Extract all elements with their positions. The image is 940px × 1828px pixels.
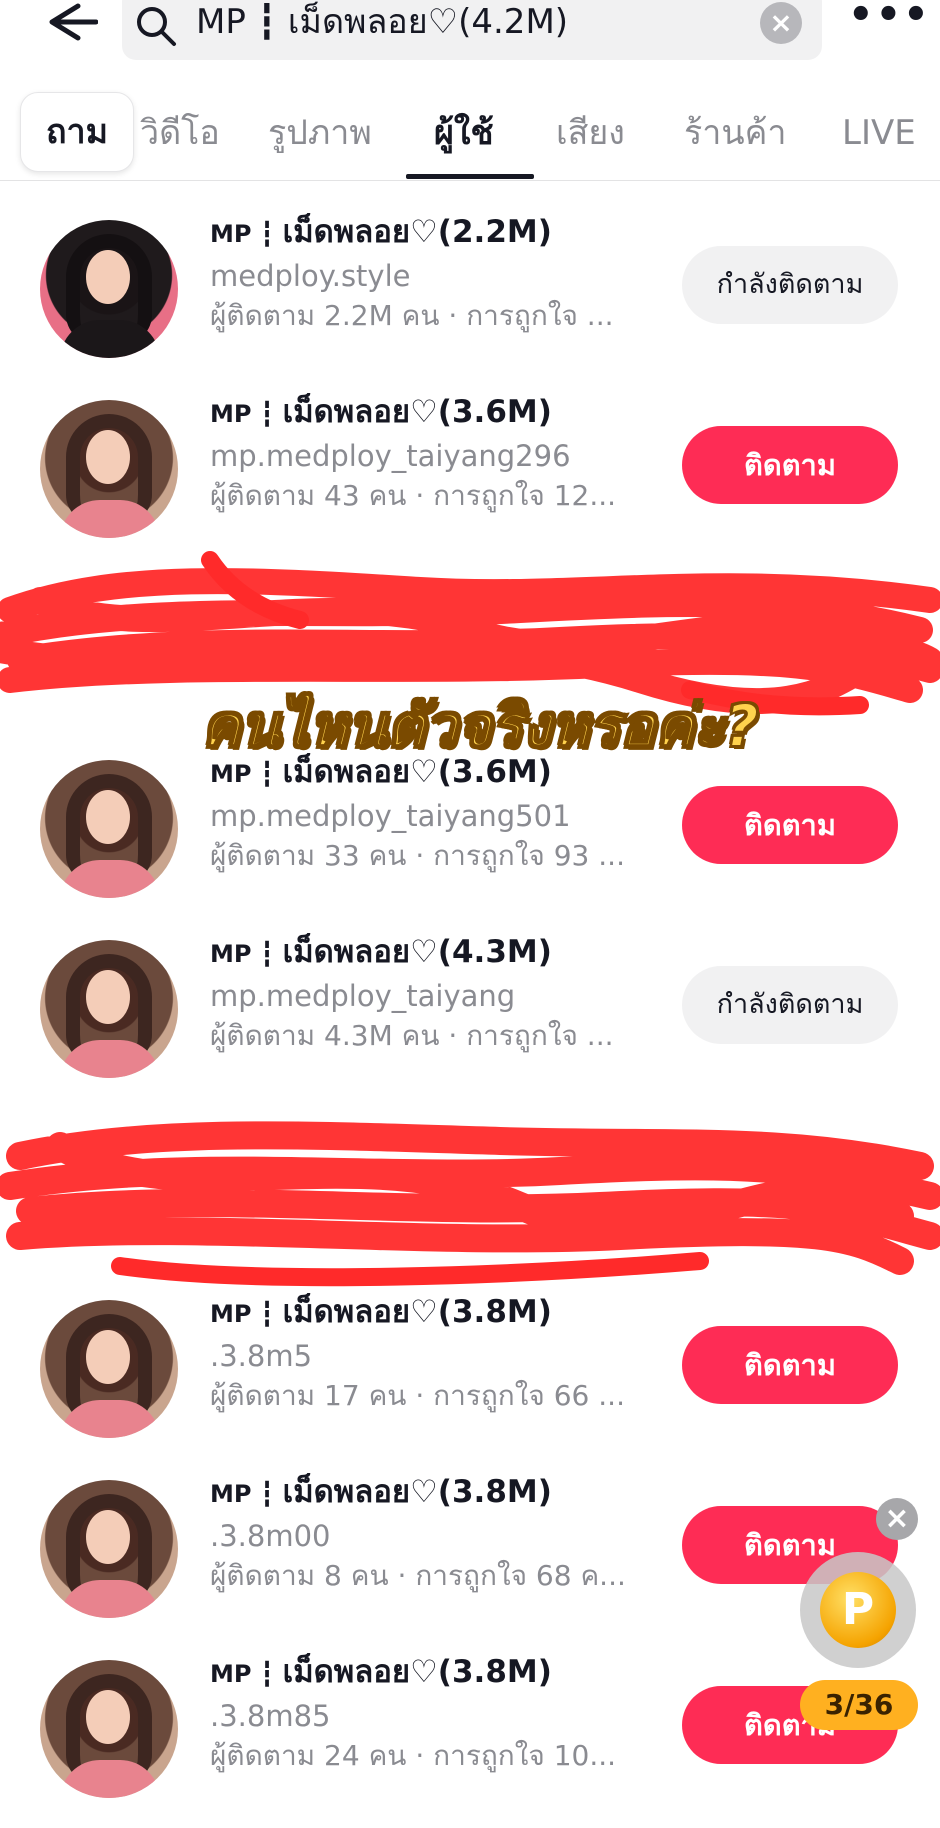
clear-search-icon[interactable]: × bbox=[760, 2, 802, 44]
search-bar[interactable]: MP ┇ เม็ดพลอย♡(4.2M) × bbox=[122, 0, 822, 60]
user-row[interactable]: MP ┇ เม็ดพลอย♡(3.6M) mp.medploy_taiyang5… bbox=[0, 750, 940, 910]
follow-button[interactable]: ติดตาม bbox=[682, 426, 898, 504]
user-name: MP ┇ เม็ดพลอย♡(4.3M) bbox=[210, 934, 552, 970]
user-handle: .3.8m85 bbox=[210, 1699, 331, 1733]
reward-progress-badge: 3/36 bbox=[800, 1680, 918, 1730]
search-tabs: ถาม วิดีโอ รูปภาพ ผู้ใช้ เสียง ร้านค้า L… bbox=[0, 92, 940, 181]
avatar[interactable] bbox=[40, 940, 178, 1078]
user-name: MP ┇ เม็ดพลอย♡(3.6M) bbox=[210, 394, 552, 430]
user-stats: ผู้ติดตาม 17 คน · การถูกใจ 66 ... bbox=[210, 1379, 625, 1412]
user-stats: ผู้ติดตาม 33 คน · การถูกใจ 93 ... bbox=[210, 839, 625, 872]
back-arrow-icon[interactable] bbox=[38, 0, 98, 50]
user-stats: ผู้ติดตาม 8 คน · การถูกใจ 68 ค... bbox=[210, 1559, 626, 1592]
top-bar: MP ┇ เม็ดพลอย♡(4.2M) × ••• bbox=[0, 0, 940, 70]
close-reward-icon[interactable]: × bbox=[876, 1498, 918, 1540]
tab-photos[interactable]: รูปภาพ bbox=[268, 110, 372, 156]
avatar[interactable] bbox=[40, 760, 178, 898]
tab-users[interactable]: ผู้ใช้ bbox=[434, 110, 494, 156]
user-stats: ผู้ติดตาม 4.3M คน · การถูกใจ ... bbox=[210, 1019, 614, 1052]
tab-sounds[interactable]: เสียง bbox=[556, 110, 625, 156]
avatar[interactable] bbox=[40, 400, 178, 538]
following-button[interactable]: กำลังติดตาม bbox=[682, 246, 898, 324]
user-handle: medploy.style bbox=[210, 259, 411, 293]
user-handle: .3.8m00 bbox=[210, 1519, 331, 1553]
more-options-icon[interactable]: ••• bbox=[848, 0, 929, 40]
user-name: MP ┇ เม็ดพลอย♡(2.2M) bbox=[210, 214, 552, 250]
user-stats: ผู้ติดตาม 2.2M คน · การถูกใจ ... bbox=[210, 299, 614, 332]
user-handle: mp.medploy_taiyang501 bbox=[210, 799, 571, 833]
user-row[interactable]: MP ┇ เม็ดพลอย♡(3.8M) .3.8m85 ผู้ติดตาม 2… bbox=[0, 1650, 940, 1810]
avatar[interactable] bbox=[40, 1300, 178, 1438]
user-name: MP ┇ เม็ดพลอย♡(3.8M) bbox=[210, 1294, 552, 1330]
follow-button[interactable]: ติดตาม bbox=[682, 1326, 898, 1404]
user-row[interactable]: MP ┇ เม็ดพลอย♡(3.8M) .3.8m5 ผู้ติดตาม 17… bbox=[0, 1290, 940, 1450]
red-scribble-mark bbox=[0, 1121, 940, 1287]
active-tab-indicator bbox=[406, 174, 534, 179]
user-handle: mp.medploy_taiyang296 bbox=[210, 439, 571, 473]
user-name: MP ┇ เม็ดพลอย♡(3.6M) bbox=[210, 754, 552, 790]
avatar[interactable] bbox=[40, 1660, 178, 1798]
user-row[interactable]: MP ┇ เม็ดพลอย♡(2.2M) medploy.style ผู้ติ… bbox=[0, 210, 940, 370]
user-row[interactable]: MP ┇ เม็ดพลอย♡(4.3M) mp.medploy_taiyang … bbox=[0, 930, 940, 1090]
follow-button[interactable]: ติดตาม bbox=[682, 786, 898, 864]
following-button[interactable]: กำลังติดตาม bbox=[682, 966, 898, 1044]
user-handle: mp.medploy_taiyang bbox=[210, 979, 516, 1013]
tab-live[interactable]: LIVE bbox=[842, 110, 916, 156]
tab-shop[interactable]: ร้านค้า bbox=[684, 110, 786, 156]
reward-widget[interactable]: P bbox=[800, 1552, 916, 1668]
tab-videos[interactable]: วิดีโอ bbox=[140, 110, 220, 156]
tab-ask[interactable]: ถาม bbox=[20, 92, 134, 172]
user-row[interactable]: MP ┇ เม็ดพลอย♡(3.6M) mp.medploy_taiyang2… bbox=[0, 390, 940, 550]
coin-icon[interactable]: P bbox=[820, 1572, 896, 1648]
user-stats: ผู้ติดตาม 43 คน · การถูกใจ 12... bbox=[210, 479, 617, 512]
avatar[interactable] bbox=[40, 220, 178, 358]
user-stats: ผู้ติดตาม 24 คน · การถูกใจ 10... bbox=[210, 1739, 617, 1772]
avatar[interactable] bbox=[40, 1480, 178, 1618]
user-name: MP ┇ เม็ดพลอย♡(3.8M) bbox=[210, 1474, 552, 1510]
user-handle: .3.8m5 bbox=[210, 1339, 313, 1373]
user-row[interactable]: MP ┇ เม็ดพลอย♡(3.8M) .3.8m00 ผู้ติดตาม 8… bbox=[0, 1470, 940, 1630]
search-query[interactable]: MP ┇ เม็ดพลอย♡(4.2M) bbox=[196, 0, 568, 44]
search-icon bbox=[137, 7, 176, 46]
user-name: MP ┇ เม็ดพลอย♡(3.8M) bbox=[210, 1654, 552, 1690]
